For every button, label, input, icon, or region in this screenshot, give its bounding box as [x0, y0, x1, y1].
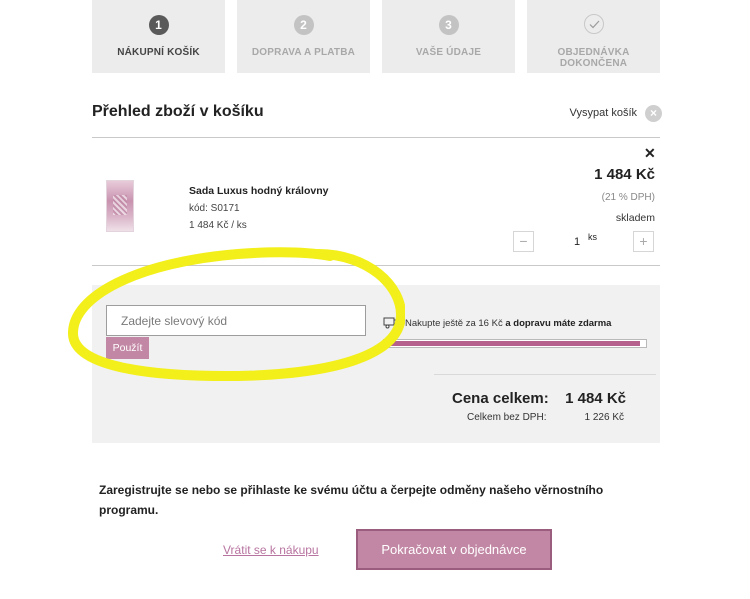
quantity-increase-button[interactable]: +	[633, 231, 654, 252]
product-vat: (21 % DPH)	[601, 192, 655, 203]
divider	[92, 265, 660, 266]
remove-item-icon[interactable]: ✕	[644, 145, 656, 162]
divider	[434, 374, 656, 375]
free-shipping-prefix: Nakupte ještě za 16 Kč	[405, 318, 503, 329]
truck-icon	[383, 317, 400, 329]
step-label: NÁKUPNÍ KOŠÍK	[117, 47, 200, 58]
quantity-unit: ks	[588, 232, 597, 242]
divider	[92, 137, 660, 138]
step-shipping-payment[interactable]: 2 DOPRAVA A PLATBA	[237, 0, 370, 73]
stock-status: skladem	[615, 212, 655, 224]
free-shipping-message: Nakupte ještě za 16 Kč a dopravu máte zd…	[405, 318, 611, 329]
step-number: 2	[293, 15, 314, 35]
step-number: 3	[438, 15, 459, 35]
step-cart[interactable]: 1 NÁKUPNÍ KOŠÍK	[92, 0, 225, 73]
product-price: 1 484 Kč	[594, 166, 655, 183]
free-shipping-bold: a dopravu máte zdarma	[505, 318, 612, 329]
empty-cart-button[interactable]: Vysypat košík ×	[570, 104, 662, 122]
product-code: kód: S0171	[189, 203, 240, 214]
coupon-code-input[interactable]	[106, 305, 366, 336]
loyalty-message: Zaregistrujte se nebo se přihlaste ke sv…	[99, 483, 604, 517]
total-no-vat-value: 1 226 Kč	[584, 412, 624, 423]
free-shipping-progress	[383, 339, 647, 348]
step-label: DOPRAVA A PLATBA	[251, 47, 356, 58]
total-value: 1 484 Kč	[565, 390, 626, 407]
step-label: OBJEDNÁVKA DOKONČENA	[557, 47, 630, 69]
product-name[interactable]: Sada Luxus hodný královny	[189, 185, 328, 197]
product-image[interactable]	[106, 180, 134, 232]
back-to-shopping-link[interactable]: Vrátit se k nákupu	[223, 543, 319, 557]
close-circle-icon: ×	[645, 104, 662, 122]
progress-fill	[385, 341, 640, 346]
apply-coupon-button[interactable]: Použít	[106, 337, 149, 359]
quantity-value[interactable]: 1	[574, 236, 580, 248]
cart-title: Přehled zboží v košíku	[92, 103, 264, 120]
step-order-complete: OBJEDNÁVKA DOKONČENA	[527, 0, 660, 73]
checkmark-icon	[583, 14, 604, 34]
total-no-vat-label: Celkem bez DPH:	[467, 412, 547, 423]
step-number: 1	[148, 15, 169, 35]
checkout-steps: 1 NÁKUPNÍ KOŠÍK 2 DOPRAVA A PLATBA 3 VAŠ…	[92, 0, 660, 73]
step-your-details[interactable]: 3 VAŠE ÚDAJE	[382, 0, 515, 73]
continue-order-button[interactable]: Pokračovat v objednávce	[356, 529, 552, 570]
empty-cart-label: Vysypat košík	[569, 107, 637, 119]
step-label: VAŠE ÚDAJE	[415, 47, 482, 58]
quantity-decrease-button[interactable]: −	[513, 231, 534, 252]
product-unit-price: 1 484 Kč / ks	[189, 220, 247, 231]
total-label: Cena celkem:	[452, 390, 549, 407]
